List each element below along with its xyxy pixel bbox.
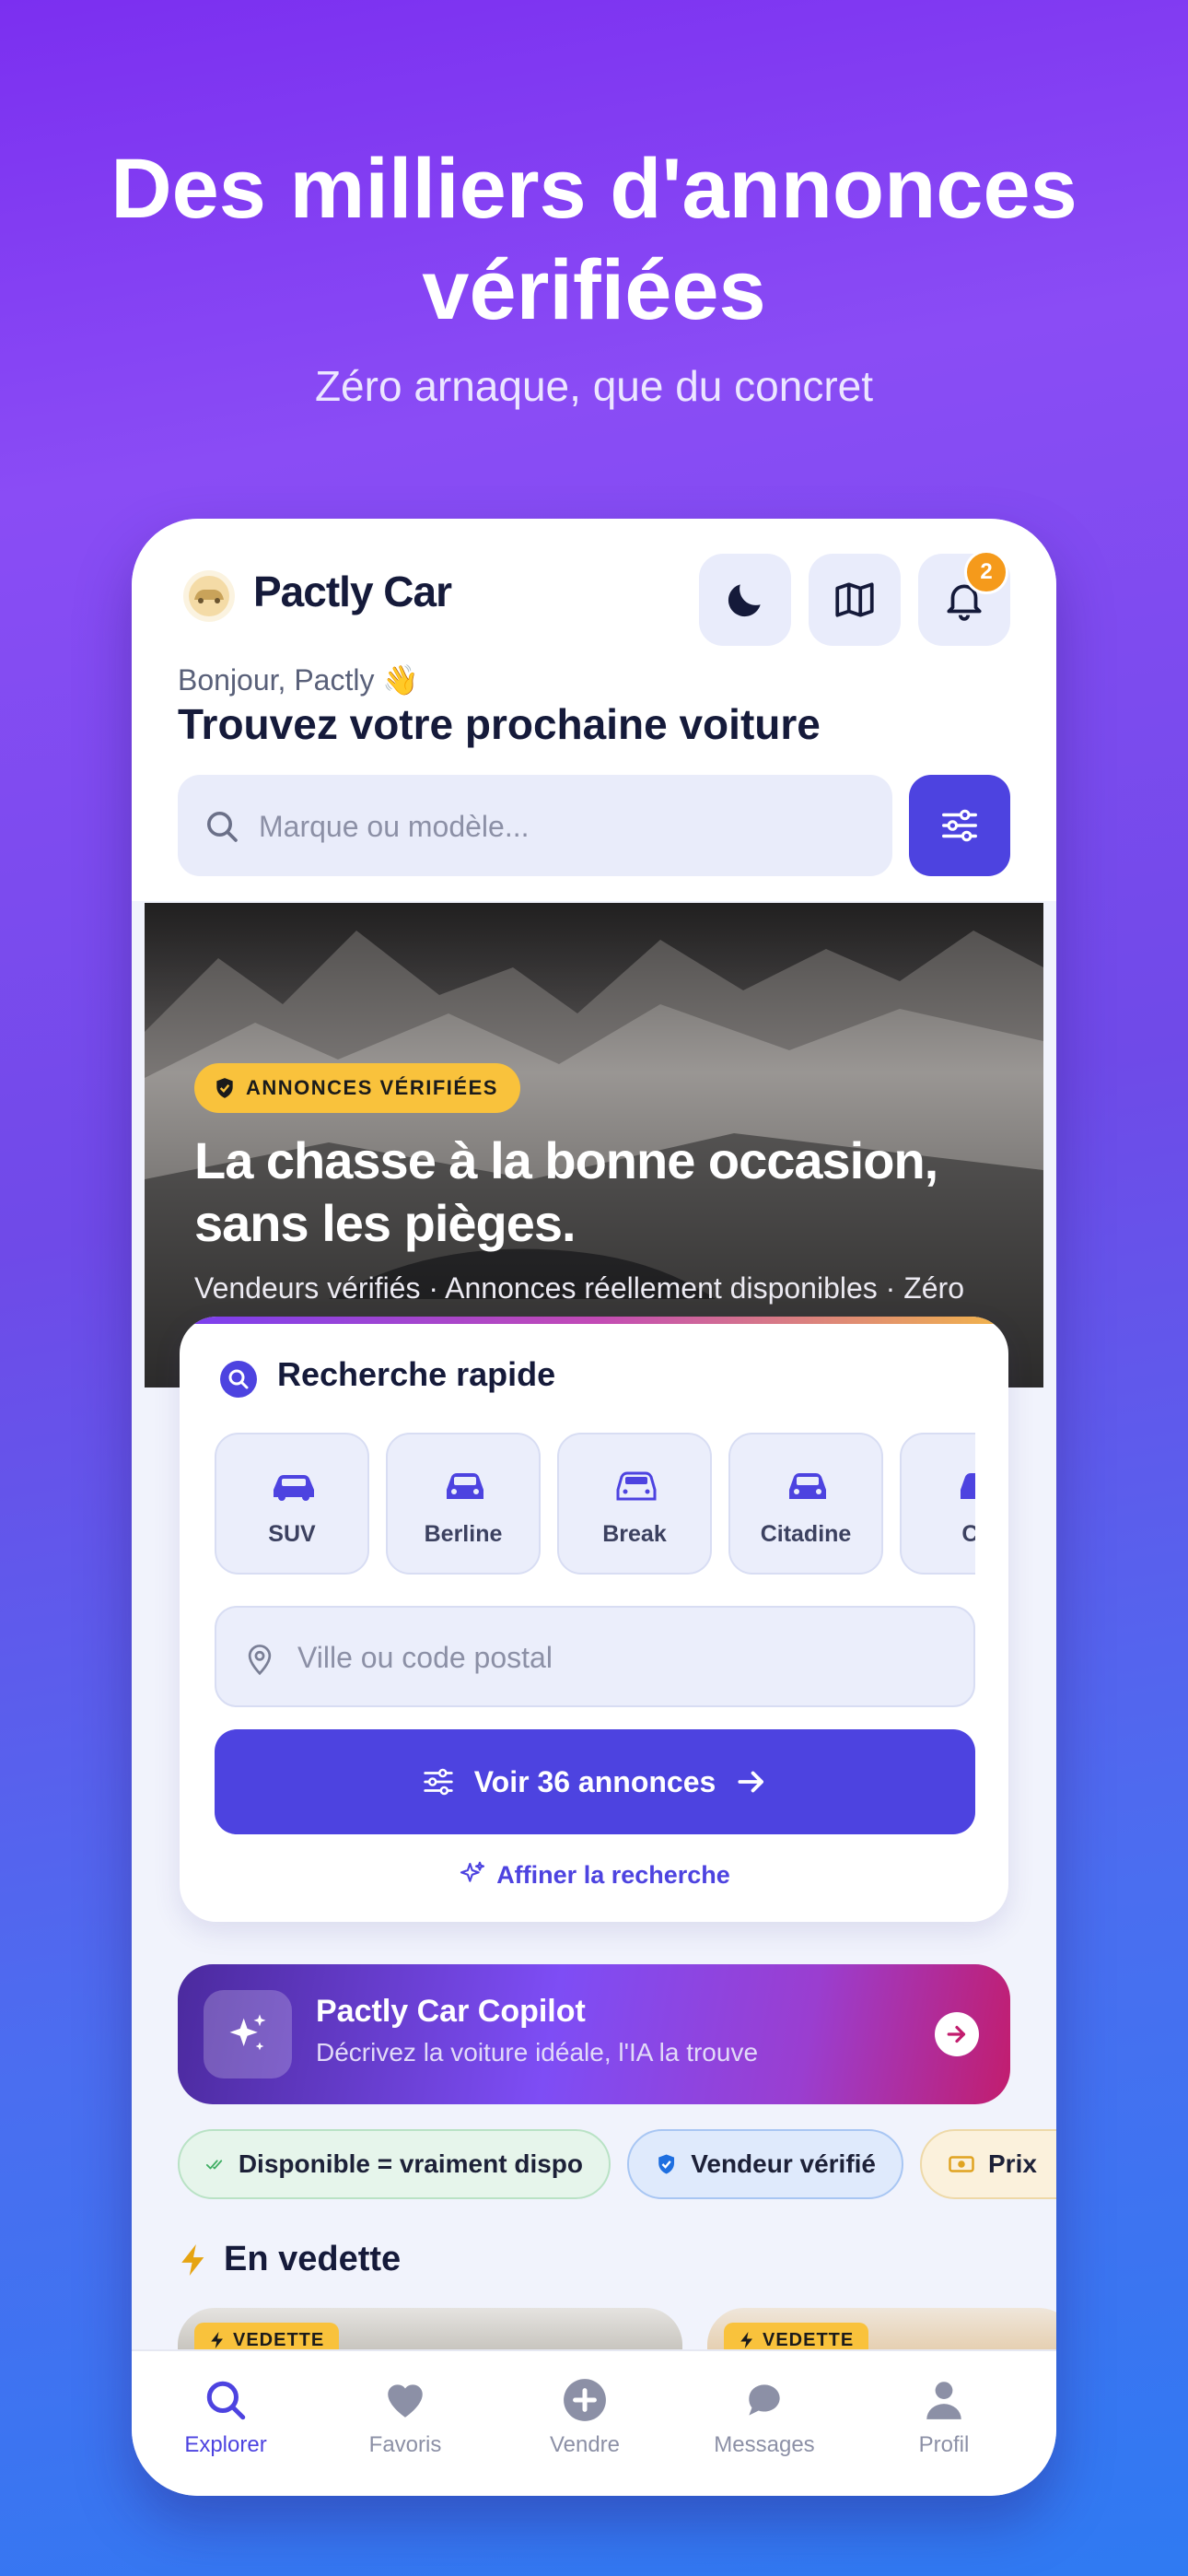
sliders-icon — [942, 809, 977, 842]
tab-label: Vendre — [549, 2432, 621, 2457]
shield-check-icon — [216, 1078, 233, 1098]
promo-subtitle: Zéro arnaque, que du concret — [314, 362, 874, 410]
chip-label: Vendeur vérifié — [691, 2149, 876, 2178]
copilot-open-button[interactable] — [935, 2012, 979, 2056]
arrow-right-icon — [947, 2025, 966, 2043]
promo-title-line2: vérifiées — [422, 243, 766, 337]
body-type-label: Berline — [424, 1521, 503, 1547]
search-icon — [206, 2381, 246, 2420]
tab-favorites[interactable]: Favoris — [332, 2377, 479, 2458]
tab-label: Messages — [714, 2432, 815, 2457]
location-input[interactable] — [296, 1632, 944, 1683]
search-input[interactable] — [257, 801, 868, 852]
app-logo — [183, 570, 235, 622]
copilot-title: Pactly Car Copilot — [316, 1994, 586, 2029]
body-type-label: Citadine — [760, 1521, 852, 1547]
tab-explorer[interactable]: Explorer — [152, 2377, 299, 2458]
phone-frame: Pactly Car 2 Bonjour, Pactly 👋 Trouvez v… — [132, 519, 1056, 2496]
refine-search-link[interactable]: Affiner la recherche — [180, 1860, 1008, 1890]
heart-icon — [388, 2384, 423, 2418]
tab-profile[interactable]: Profil — [870, 2377, 1018, 2458]
featured-badge-label: VEDETTE — [763, 2329, 855, 2350]
sliders-icon — [424, 1768, 453, 1796]
featured-section-header: En vedette — [178, 2240, 401, 2279]
lightning-icon — [181, 2243, 204, 2276]
tab-messages[interactable]: Messages — [691, 2377, 838, 2458]
shield-check-icon — [658, 2154, 675, 2174]
body-type-sedan[interactable]: Berline — [386, 1433, 541, 1575]
greeting-text: Bonjour, Pactly 👋 — [178, 663, 420, 697]
tab-label: Favoris — [368, 2432, 442, 2457]
show-listings-button[interactable]: Voir 36 annonces — [215, 1729, 975, 1834]
tab-label: Profil — [918, 2432, 970, 2457]
copilot-banner[interactable]: Pactly Car Copilot Décrivez la voiture i… — [178, 1964, 1010, 2104]
suv-icon — [274, 1475, 314, 1501]
body-type-label: SUV — [268, 1521, 316, 1547]
body-type-city-car[interactable]: Citadine — [728, 1433, 883, 1575]
verified-badge-label: ANNONCES VÉRIFIÉES — [246, 1076, 498, 1099]
copilot-icon-tile — [204, 1990, 292, 2078]
app-name: Pactly Car — [253, 568, 452, 615]
moon-icon — [728, 584, 761, 617]
promo-title: Des milliers d'annonces vérifiées — [0, 138, 1188, 341]
quick-search-card: Recherche rapide SUV Berline Break Citad… — [180, 1317, 1008, 1922]
card-accent-bar — [180, 1317, 1008, 1324]
body-type-label: Break — [602, 1521, 667, 1547]
verified-listings-badge: ANNONCES VÉRIFIÉES — [194, 1063, 520, 1113]
body-type-label: Co — [961, 1521, 975, 1547]
map-button[interactable] — [809, 554, 901, 646]
copilot-subtitle: Décrivez la voiture idéale, l'IA la trou… — [316, 2038, 759, 2067]
promo-header: Des milliers d'annonces vérifiées Zéro a… — [0, 138, 1188, 411]
map-icon — [835, 582, 874, 617]
trust-chips: Disponible = vraiment dispo Vendeur véri… — [178, 2129, 1056, 2203]
body-type-suv[interactable]: SUV — [215, 1433, 369, 1575]
featured-title: En vedette — [224, 2240, 402, 2278]
quick-search-title: Recherche rapide — [277, 1355, 556, 1393]
location-field — [215, 1606, 975, 1707]
chip-verified-seller[interactable]: Vendeur vérifié — [627, 2129, 903, 2199]
sparkles-icon — [460, 1861, 485, 1882]
sedan-icon — [447, 1473, 483, 1499]
city-car-icon — [789, 1473, 826, 1499]
plus-circle-icon — [564, 2379, 606, 2421]
search-icon — [207, 812, 238, 842]
chip-available[interactable]: Disponible = vraiment dispo — [178, 2129, 611, 2199]
featured-badge-label: VEDETTE — [233, 2329, 325, 2350]
show-listings-label: Voir 36 annonces — [473, 1764, 716, 1798]
car-logo-icon — [189, 576, 229, 616]
banner-title: La chasse à la bonne occasion, sans les … — [194, 1131, 938, 1252]
tab-sell[interactable]: Vendre — [511, 2377, 658, 2458]
lightning-icon — [740, 2332, 752, 2348]
chip-price[interactable]: Prix — [920, 2129, 1056, 2199]
chip-label: Disponible = vraiment dispo — [238, 2149, 583, 2178]
page-title: Trouvez votre prochaine voiture — [178, 700, 821, 748]
sparkles-icon — [229, 2014, 266, 2051]
tab-label: Explorer — [184, 2432, 267, 2457]
double-check-icon — [205, 2160, 223, 2170]
chip-label: Prix — [988, 2149, 1037, 2178]
filters-button[interactable] — [909, 775, 1010, 876]
bottom-tab-bar: Explorer Favoris Vendre Messages Profil — [132, 2349, 1056, 2496]
notifications-button[interactable]: 2 — [918, 550, 1010, 646]
body-type-selector: SUV Berline Break Citadine Co — [215, 1433, 975, 1580]
estate-car-icon — [616, 1471, 657, 1501]
search-bar — [178, 775, 892, 876]
banner-subtitle: Vendeurs vérifiés · Annonces réellement … — [194, 1271, 964, 1305]
notification-badge: 2 — [964, 550, 1008, 594]
coupe-icon — [961, 1473, 975, 1499]
body-type-coupe[interactable]: Co — [900, 1433, 975, 1575]
hero-banner[interactable]: ANNONCES VÉRIFIÉES La chasse à la bonne … — [145, 903, 1043, 1388]
chat-icon — [749, 2384, 780, 2416]
quick-search-icon — [220, 1361, 257, 1398]
arrow-right-icon — [738, 1771, 764, 1793]
banknote-icon — [949, 2156, 974, 2172]
user-icon — [926, 2382, 961, 2419]
lightning-icon — [211, 2332, 223, 2348]
promo-title-line1: Des milliers d'annonces — [111, 142, 1077, 236]
body-type-estate[interactable]: Break — [557, 1433, 712, 1575]
top-header: Pactly Car 2 Bonjour, Pactly 👋 Trouvez v… — [132, 519, 1056, 901]
refine-search-label: Affiner la recherche — [496, 1860, 730, 1889]
map-pin-icon — [248, 1645, 272, 1676]
dark-mode-button[interactable] — [699, 554, 791, 646]
